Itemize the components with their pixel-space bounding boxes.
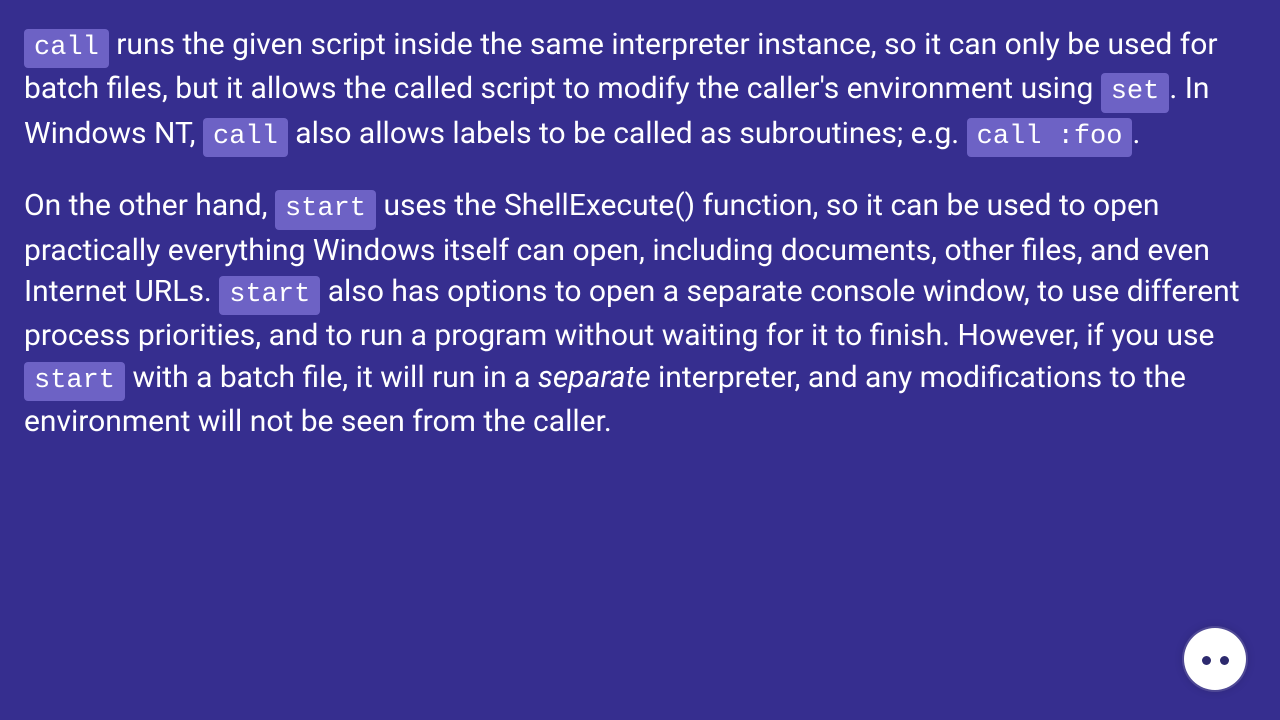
text: runs the given script inside the same in… bbox=[24, 27, 1217, 106]
code-call: call bbox=[24, 29, 109, 68]
code-start: start bbox=[219, 276, 320, 315]
code-set: set bbox=[1101, 73, 1170, 112]
code-call: call bbox=[203, 118, 288, 157]
eye-icon bbox=[1202, 656, 1211, 665]
emphasis-separate: separate bbox=[538, 360, 651, 395]
eye-icon bbox=[1220, 656, 1229, 665]
paragraph-1: call runs the given script inside the sa… bbox=[24, 24, 1256, 157]
text: with a batch file, it will run in a bbox=[125, 360, 538, 395]
face-avatar-icon[interactable] bbox=[1184, 628, 1246, 690]
paragraph-2: On the other hand, start uses the ShellE… bbox=[24, 185, 1256, 442]
article-body: call runs the given script inside the sa… bbox=[24, 24, 1256, 443]
text: On the other hand, bbox=[24, 188, 275, 223]
code-start: start bbox=[275, 190, 376, 229]
avatar-eyes bbox=[1202, 656, 1229, 665]
code-start: start bbox=[24, 362, 125, 401]
code-call-foo: call :foo bbox=[967, 118, 1133, 157]
text: also allows labels to be called as subro… bbox=[288, 116, 967, 151]
text: . bbox=[1132, 116, 1140, 151]
